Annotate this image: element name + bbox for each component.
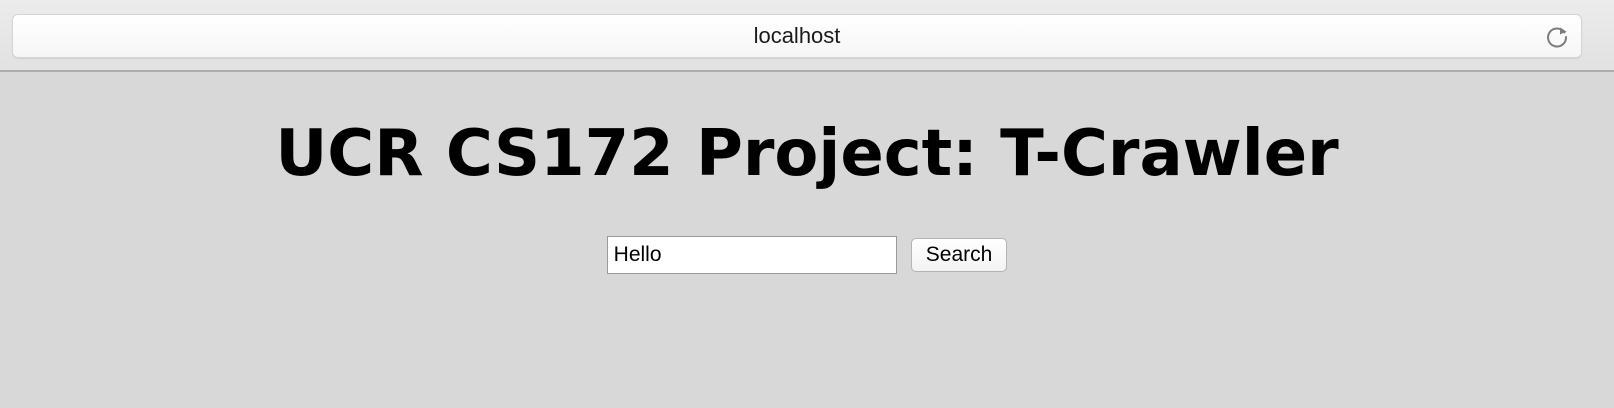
page-title: UCR CS172 Project: T-Crawler [275,117,1339,191]
page-content: UCR CS172 Project: T-Crawler Search [0,72,1614,408]
browser-toolbar: localhost [0,0,1614,72]
address-text: localhost [753,23,841,48]
search-input[interactable] [606,236,897,274]
address-bar[interactable]: localhost [12,14,1582,58]
search-button[interactable]: Search [910,238,1008,272]
search-form: Search [0,236,1614,274]
reload-icon[interactable] [1543,23,1571,51]
